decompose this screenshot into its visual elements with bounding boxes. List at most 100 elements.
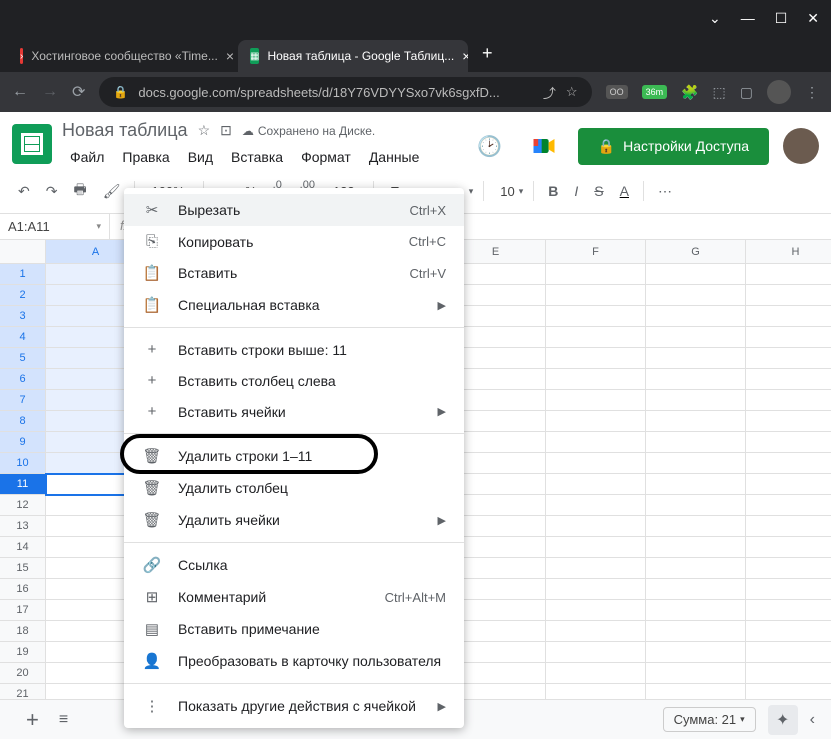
row-header[interactable]: 1 — [0, 264, 46, 285]
context-menu-item[interactable]: 👤Преобразовать в карточку пользователя — [124, 645, 464, 677]
window-dropdown-icon[interactable]: ⌄ — [709, 10, 721, 27]
cell[interactable] — [546, 600, 646, 621]
context-menu-item[interactable]: 🗑Удалить столбец — [124, 472, 464, 504]
add-sheet-button[interactable]: + — [16, 707, 49, 733]
nav-back-icon[interactable]: ← — [12, 83, 28, 101]
cell[interactable] — [646, 558, 746, 579]
menu-file[interactable]: Файл — [62, 145, 112, 169]
row-header[interactable]: 5 — [0, 348, 46, 369]
cell[interactable] — [646, 642, 746, 663]
cell[interactable] — [646, 432, 746, 453]
cell[interactable] — [546, 516, 646, 537]
nav-reload-icon[interactable]: ⟳ — [72, 82, 85, 102]
cell[interactable] — [646, 600, 746, 621]
cell[interactable] — [546, 558, 646, 579]
star-doc-icon[interactable]: ☆ — [198, 122, 211, 139]
row-header[interactable]: 12 — [0, 495, 46, 516]
cell[interactable] — [746, 348, 831, 369]
row-header[interactable]: 14 — [0, 537, 46, 558]
menu-format[interactable]: Формат — [293, 145, 359, 169]
cell[interactable] — [746, 495, 831, 516]
cell[interactable] — [546, 411, 646, 432]
cell[interactable] — [746, 306, 831, 327]
row-header[interactable]: 8 — [0, 411, 46, 432]
cell[interactable] — [546, 390, 646, 411]
new-tab-button[interactable]: + — [468, 35, 507, 72]
row-header[interactable]: 9 — [0, 432, 46, 453]
context-menu-item[interactable]: ▤Вставить примечание — [124, 613, 464, 645]
row-header[interactable]: 19 — [0, 642, 46, 663]
cell[interactable] — [546, 663, 646, 684]
row-header[interactable]: 7 — [0, 390, 46, 411]
cell[interactable] — [646, 474, 746, 495]
doc-title[interactable]: Новая таблица — [62, 120, 188, 141]
row-header[interactable]: 20 — [0, 663, 46, 684]
menu-insert[interactable]: Вставка — [223, 145, 291, 169]
window-minimize-icon[interactable]: — — [741, 10, 755, 26]
menu-data[interactable]: Данные — [361, 145, 428, 169]
share-url-icon[interactable]: ⤴ — [543, 83, 556, 102]
url-input[interactable]: 🔒 docs.google.com/spreadsheets/d/18Y76VD… — [99, 77, 591, 107]
context-menu-item[interactable]: 🗑Удалить ячейки▶ — [124, 504, 464, 536]
context-menu-item[interactable]: +Вставить столбец слева — [124, 365, 464, 396]
cell[interactable] — [546, 369, 646, 390]
explore-icon[interactable]: ✦ — [768, 705, 798, 735]
cell[interactable] — [646, 390, 746, 411]
cell[interactable] — [746, 264, 831, 285]
cell[interactable] — [746, 642, 831, 663]
cell[interactable] — [646, 327, 746, 348]
cell[interactable] — [546, 348, 646, 369]
cell[interactable] — [546, 432, 646, 453]
row-header[interactable]: 18 — [0, 621, 46, 642]
cell[interactable] — [746, 558, 831, 579]
context-menu-item[interactable]: ⋮Показать другие действия с ячейкой▶ — [124, 690, 464, 722]
row-header[interactable]: 15 — [0, 558, 46, 579]
row-header[interactable]: 4 — [0, 327, 46, 348]
cell[interactable] — [646, 579, 746, 600]
share-button[interactable]: 🔒 Настройки Доступа — [578, 128, 769, 165]
row-header[interactable]: 13 — [0, 516, 46, 537]
sheets-logo-icon[interactable] — [12, 124, 52, 164]
cell[interactable] — [746, 474, 831, 495]
cell[interactable] — [746, 579, 831, 600]
side-panel-icon[interactable]: ‹ — [810, 711, 815, 729]
menu-view[interactable]: Вид — [180, 145, 221, 169]
nav-forward-icon[interactable]: → — [42, 83, 58, 101]
cell[interactable] — [546, 453, 646, 474]
cell[interactable] — [646, 537, 746, 558]
cell[interactable] — [746, 453, 831, 474]
row-header[interactable]: 2 — [0, 285, 46, 306]
cell[interactable] — [746, 390, 831, 411]
cell[interactable] — [746, 432, 831, 453]
cell[interactable] — [546, 327, 646, 348]
star-icon[interactable]: ☆ — [566, 84, 578, 100]
context-menu-item[interactable]: ✂ВырезатьCtrl+X — [124, 194, 464, 226]
ext-puzzle-icon[interactable]: 🧩 — [681, 84, 698, 101]
cell[interactable] — [646, 306, 746, 327]
italic-icon[interactable]: I — [568, 179, 584, 203]
cell[interactable] — [546, 285, 646, 306]
cell[interactable] — [546, 495, 646, 516]
bold-icon[interactable]: B — [542, 179, 564, 203]
cell[interactable] — [646, 348, 746, 369]
cell[interactable] — [646, 264, 746, 285]
cell[interactable] — [646, 495, 746, 516]
more-toolbar-icon[interactable]: ⋯ — [652, 179, 678, 204]
col-header[interactable]: H — [746, 240, 831, 264]
cell[interactable] — [746, 537, 831, 558]
row-header[interactable]: 10 — [0, 453, 46, 474]
tab-close-icon[interactable]: × — [226, 48, 234, 64]
profile-avatar[interactable] — [767, 80, 791, 104]
browser-tab-0[interactable]: › Хостинговое сообщество «Time... × — [8, 40, 238, 72]
move-doc-icon[interactable]: ⊡ — [220, 122, 232, 139]
cell[interactable] — [546, 642, 646, 663]
window-close-icon[interactable]: ✕ — [807, 10, 819, 27]
cell[interactable] — [646, 621, 746, 642]
undo-icon[interactable]: ↶ — [12, 179, 36, 204]
redo-icon[interactable]: ↷ — [40, 179, 64, 204]
cell[interactable] — [646, 453, 746, 474]
cell[interactable] — [746, 369, 831, 390]
ext-wallet-icon[interactable]: ⬚ — [713, 84, 726, 101]
text-color-icon[interactable]: A — [614, 179, 635, 203]
menu-edit[interactable]: Правка — [114, 145, 177, 169]
